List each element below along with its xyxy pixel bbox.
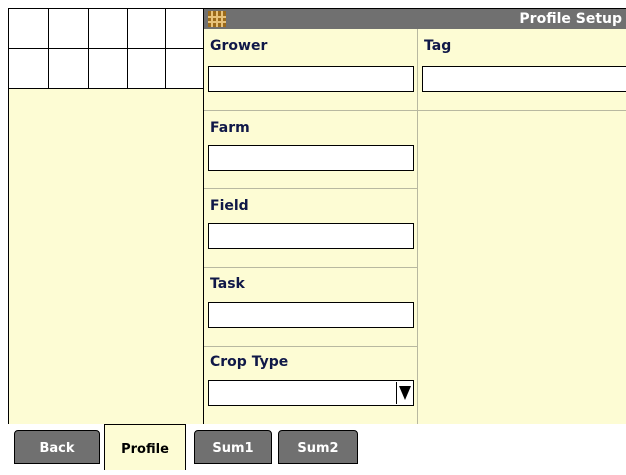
tab-bar: Back Profile Sum1 Sum2 (0, 424, 626, 470)
profile-setup-screen: Profile Setup Grower Tag Farm Field Task… (0, 0, 626, 470)
farm-label: Farm (210, 120, 250, 136)
section-divider (204, 188, 417, 189)
dropdown-arrow-icon[interactable] (396, 382, 412, 404)
grid-row-1 (9, 9, 204, 49)
crop-type-label: Crop Type (210, 354, 289, 370)
tab-profile[interactable]: Profile (104, 424, 186, 470)
grid-row-2 (9, 49, 204, 89)
title-bar: Profile Setup (204, 9, 626, 29)
field-label: Field (210, 198, 249, 214)
grid-cell[interactable] (89, 9, 128, 48)
farm-field[interactable] (208, 145, 414, 171)
tag-label: Tag (424, 38, 452, 54)
column-divider (417, 29, 418, 424)
section-divider (204, 267, 417, 268)
grid-cell[interactable] (166, 9, 204, 48)
grid-cell[interactable] (49, 9, 89, 48)
field-grid-icon (208, 11, 226, 27)
crop-type-dropdown[interactable] (208, 380, 414, 406)
field-field[interactable] (208, 223, 414, 249)
page-title: Profile Setup (519, 11, 622, 27)
grid-cell[interactable] (9, 9, 49, 48)
task-label: Task (210, 276, 245, 292)
tag-field[interactable] (422, 66, 626, 92)
grid-cell[interactable] (9, 49, 49, 88)
grid-cell[interactable] (49, 49, 89, 88)
grid-cell[interactable] (128, 9, 166, 48)
grower-label: Grower (210, 38, 268, 54)
section-divider (204, 110, 626, 111)
grid-cell[interactable] (128, 49, 166, 88)
back-tab[interactable]: Back (14, 430, 100, 464)
task-field[interactable] (208, 302, 414, 328)
profile-setup-panel: Profile Setup Grower Tag Farm Field Task… (203, 8, 626, 425)
grid-cell[interactable] (89, 49, 128, 88)
left-panel (8, 8, 204, 425)
grid-cell[interactable] (166, 49, 204, 88)
tab-sum2[interactable]: Sum2 (278, 430, 358, 464)
tab-sum1[interactable]: Sum1 (194, 430, 272, 464)
grower-field[interactable] (208, 66, 414, 92)
section-divider (204, 346, 417, 347)
